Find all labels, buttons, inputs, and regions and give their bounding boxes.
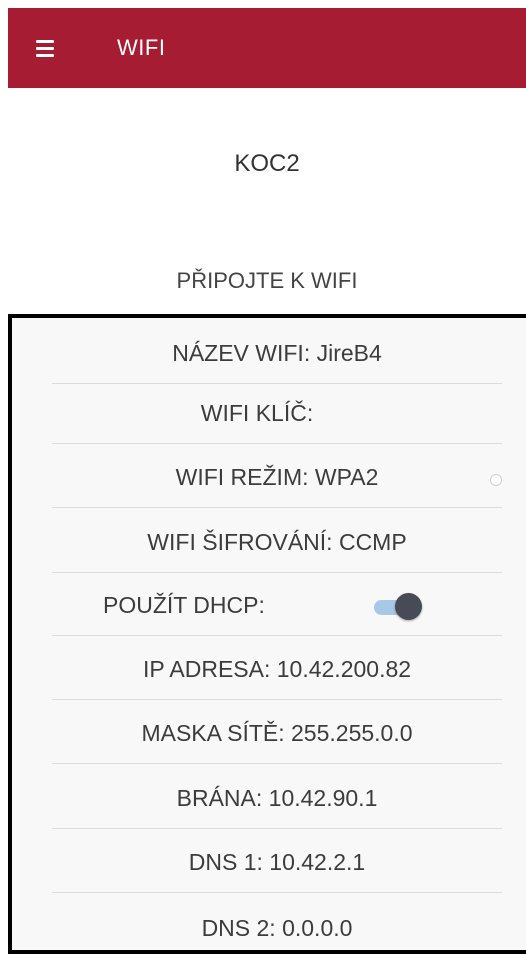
- ip-address-text: IP ADRESA: 10.42.200.82: [142, 656, 412, 682]
- wifi-name-row: NÁZEV WIFI: JireB4: [52, 324, 502, 384]
- wifi-mode-text: WIFI REŽIM: WPA2: [175, 464, 379, 490]
- device-name: KOC2: [234, 150, 300, 177]
- radio-button-icon[interactable]: [490, 474, 502, 486]
- wifi-key-row: WIFI KLÍČ:: [52, 384, 502, 444]
- wifi-key-text: WIFI KLÍČ:: [200, 400, 314, 426]
- wifi-encryption-row: WIFI ŠIFROVÁNÍ: CCMP: [52, 513, 502, 573]
- subnet-mask-text: MASKA SÍTĚ: 255.255.0.0: [141, 720, 413, 746]
- dns2-text: DNS 2: 0.0.0.0: [201, 914, 353, 941]
- ip-address-row: IP ADRESA: 10.42.200.82: [52, 640, 502, 700]
- subnet-mask-row: MASKA SÍTĚ: 255.255.0.0: [52, 704, 502, 764]
- dhcp-toggle-knob: [395, 593, 422, 620]
- dns1-text: DNS 1: 10.42.2.1: [188, 849, 366, 875]
- gateway-row: BRÁNA: 10.42.90.1: [52, 769, 502, 829]
- dns1-row: DNS 1: 10.42.2.1: [52, 833, 502, 893]
- app-bar: WIFI: [8, 8, 526, 88]
- page-title: WIFI: [117, 35, 166, 60]
- dhcp-label: POUŽÍT DHCP:: [103, 592, 265, 618]
- connect-wifi-button[interactable]: PŘIPOJTE K WIFI: [8, 268, 526, 294]
- dhcp-toggle[interactable]: [374, 593, 422, 620]
- wifi-encryption-text: WIFI ŠIFROVÁNÍ: CCMP: [147, 529, 407, 555]
- wifi-settings-panel: NÁZEV WIFI: JireB4 WIFI KLÍČ: WIFI REŽIM…: [8, 314, 526, 954]
- wifi-name-text: NÁZEV WIFI: JireB4: [172, 340, 382, 366]
- gateway-text: BRÁNA: 10.42.90.1: [176, 785, 378, 811]
- dhcp-row: POUŽÍT DHCP:: [52, 576, 502, 636]
- wifi-mode-row: WIFI REŽIM: WPA2: [52, 448, 502, 508]
- dns2-row: DNS 2: 0.0.0.0: [52, 898, 502, 958]
- hamburger-menu-icon[interactable]: [36, 33, 66, 63]
